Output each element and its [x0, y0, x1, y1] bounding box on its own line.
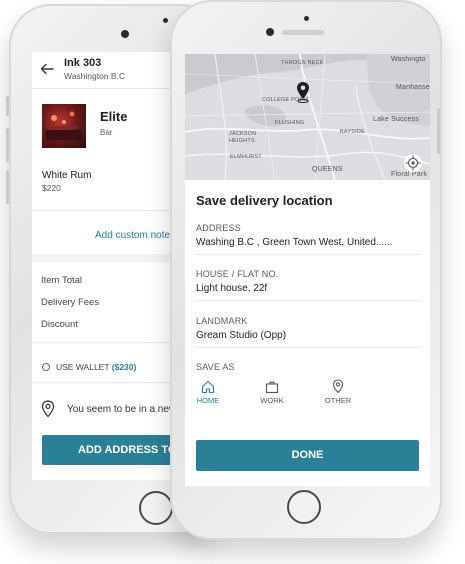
- wallet-label: USE WALLET ($230): [56, 362, 136, 372]
- map-label: Floral Park: [391, 171, 428, 178]
- home-icon: [201, 380, 215, 394]
- front-camera: [266, 28, 274, 36]
- sensor: [304, 16, 309, 21]
- summary-discount: Discount: [41, 319, 78, 330]
- landmark-label: LANDMARK: [196, 316, 248, 326]
- wallet-amount: ($230): [111, 362, 137, 372]
- restaurant-name: Elite: [100, 109, 128, 124]
- briefcase-icon: [265, 380, 279, 394]
- map-label: BAYSIDE: [340, 129, 365, 135]
- add-custom-note-link[interactable]: Add custom note: [95, 230, 170, 241]
- front-phone-screen: THROGS NECK Washingto Manhasse COLLEGE P…: [185, 54, 430, 486]
- summary-item-total: Item Total: [41, 275, 83, 286]
- work-option-label: WORK: [260, 396, 284, 405]
- house-flat-label: HOUSE / FLAT NO.: [196, 269, 279, 279]
- map-label: Lake Success: [373, 116, 419, 123]
- address-underline: [196, 254, 420, 255]
- front-camera: [121, 30, 129, 38]
- locate-me-icon[interactable]: [404, 154, 422, 172]
- landmark-field[interactable]: Gream Studio (Opp): [196, 330, 286, 341]
- save-as-label: SAVE AS: [196, 362, 235, 372]
- sensor: [163, 18, 168, 23]
- address-field[interactable]: Washing B.C , Green Town West, United...…: [196, 237, 393, 248]
- home-button[interactable]: [287, 490, 321, 524]
- house-flat-underline: [196, 300, 420, 301]
- save-as-home-option[interactable]: HOME: [193, 378, 223, 408]
- volume-up: [6, 128, 9, 162]
- restaurant-header-subtitle: Washington B.C: [64, 71, 126, 81]
- restaurant-thumbnail: [42, 104, 86, 148]
- landmark-underline: [196, 347, 420, 348]
- address-label: ADDRESS: [196, 223, 241, 233]
- speaker-grille: [282, 30, 324, 35]
- location-pin-icon: [41, 400, 55, 418]
- map-label: ELMHURST: [230, 154, 262, 160]
- other-option-label: OTHER: [324, 396, 352, 405]
- map-label: THROGS NECK: [281, 60, 324, 66]
- map-label: QUEENS: [312, 166, 343, 173]
- save-as-other-option[interactable]: OTHER: [321, 378, 355, 408]
- save-as-work-option[interactable]: WORK: [255, 378, 289, 408]
- location-notice: You seem to be in a new: [67, 404, 177, 415]
- map-label: FLUSHING: [275, 120, 305, 126]
- map-label: Manhasse: [396, 84, 430, 91]
- save-location-title: Save delivery location: [196, 193, 333, 208]
- side-button: [437, 108, 440, 154]
- house-flat-field[interactable]: Light house, 22f: [196, 283, 267, 294]
- back-arrow-icon[interactable]: [40, 62, 54, 76]
- map-label: Washingto: [391, 56, 426, 63]
- item-price: $220: [42, 183, 61, 193]
- done-button[interactable]: DONE: [196, 440, 419, 471]
- wallet-radio[interactable]: [42, 363, 50, 371]
- home-button[interactable]: [139, 491, 173, 525]
- map-view[interactable]: THROGS NECK Washingto Manhasse COLLEGE P…: [185, 54, 430, 180]
- restaurant-header-title: Ink 303: [64, 57, 102, 69]
- volume-down: [6, 170, 9, 204]
- map-label: JACKSON HEIGHTS: [229, 131, 257, 144]
- restaurant-category: Bar: [100, 128, 113, 137]
- summary-delivery-fees: Delivery Fees: [41, 297, 100, 308]
- home-option-label: HOME: [196, 396, 220, 405]
- side-button: [6, 96, 9, 116]
- map-pin-icon: [295, 81, 311, 103]
- wallet-label-text: USE WALLET: [56, 362, 110, 372]
- location-pin-icon: [332, 379, 344, 394]
- item-name: White Rum: [42, 170, 92, 181]
